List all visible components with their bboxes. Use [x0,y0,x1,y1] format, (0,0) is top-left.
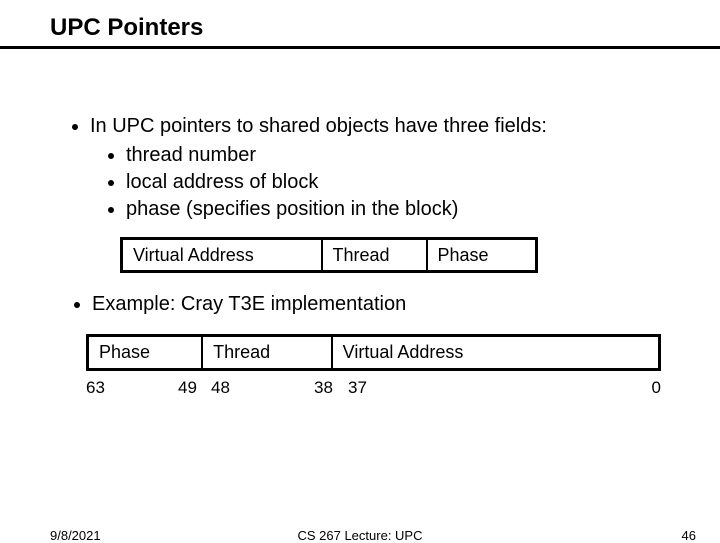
cell-thread: Thread [322,239,427,272]
bit-48: 48 [211,377,230,400]
footer-page-number: 46 [682,528,696,543]
cell-virtual-address-2: Virtual Address [332,336,660,369]
bullet-main-text: In UPC pointers to shared objects have t… [90,115,547,137]
bit-0: 0 [652,377,661,400]
bullet-list: In UPC pointers to shared objects have t… [64,113,680,223]
example-bullet-list: Example: Cray T3E implementation [66,291,680,318]
bit-49: 49 [178,377,197,400]
cell-phase: Phase [427,239,537,272]
pointer-fields-table: Virtual Address Thread Phase [120,237,538,273]
cell-virtual-address: Virtual Address [122,239,322,272]
sub-bullet-1: thread number [126,142,680,169]
bullet-example: Example: Cray T3E implementation [92,291,680,318]
cray-t3e-table-wrap: Phase Thread Virtual Address [86,334,680,370]
bit-37: 37 [348,377,367,400]
bullet-main: In UPC pointers to shared objects have t… [90,113,680,223]
slide-content: In UPC pointers to shared objects have t… [0,49,720,399]
cray-t3e-table: Phase Thread Virtual Address [86,334,661,370]
sub-bullet-2: local address of block [126,169,680,196]
sub-bullet-list: thread number local address of block pha… [90,142,680,223]
cell-phase-2: Phase [88,336,203,369]
pointer-fields-table-wrap: Virtual Address Thread Phase [120,237,680,273]
slide: UPC Pointers In UPC pointers to shared o… [0,0,720,540]
bit-63: 63 [86,377,105,400]
bit-38: 38 [314,377,333,400]
bit-indices: 63 49 48 38 37 0 [86,375,661,399]
footer-center: CS 267 Lecture: UPC [0,528,720,543]
cell-thread-2: Thread [202,336,332,369]
slide-title: UPC Pointers [50,14,720,42]
title-block: UPC Pointers [0,0,720,42]
sub-bullet-3: phase (specifies position in the block) [126,196,680,223]
